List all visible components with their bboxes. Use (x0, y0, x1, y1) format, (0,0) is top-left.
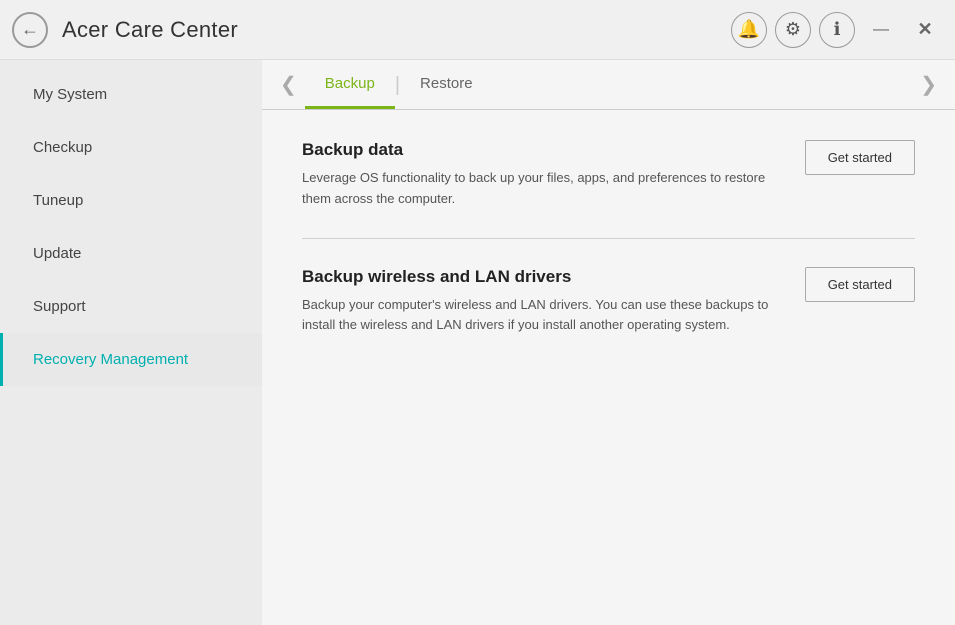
notification-icon: 🔔 (738, 19, 760, 40)
sidebar: My System Checkup Tuneup Update Support … (0, 60, 262, 625)
backup-data-text: Backup data Leverage OS functionality to… (302, 140, 775, 210)
tab-next-button[interactable]: ❯ (912, 75, 945, 95)
backup-data-section: Backup data Leverage OS functionality to… (302, 140, 915, 239)
tabs-bar: ❮ Backup | Restore ❯ (262, 60, 955, 110)
sidebar-item-update[interactable]: Update (0, 227, 262, 280)
backup-data-title: Backup data (302, 140, 775, 160)
close-icon: ✕ (917, 19, 932, 40)
info-icon: ℹ (834, 19, 841, 40)
tab-backup[interactable]: Backup (305, 60, 395, 109)
info-button[interactable]: ℹ (819, 12, 855, 48)
sidebar-item-tuneup[interactable]: Tuneup (0, 174, 262, 227)
minimize-button[interactable]: — (863, 12, 899, 48)
close-button[interactable]: ✕ (907, 12, 943, 48)
tab-restore[interactable]: Restore (400, 60, 493, 109)
title-bar-left: ← Acer Care Center (12, 12, 731, 48)
minimize-icon: — (873, 21, 889, 39)
backup-drivers-desc: Backup your computer's wireless and LAN … (302, 295, 775, 337)
sidebar-item-recovery-management[interactable]: Recovery Management (0, 333, 262, 386)
sidebar-item-my-system[interactable]: My System (0, 68, 262, 121)
backup-data-get-started-button[interactable]: Get started (805, 140, 915, 175)
main-layout: My System Checkup Tuneup Update Support … (0, 60, 955, 625)
back-icon: ← (21, 19, 39, 40)
notification-button[interactable]: 🔔 (731, 12, 767, 48)
title-bar-right: 🔔 ⚙ ℹ — ✕ (731, 12, 943, 48)
tabs-list: Backup | Restore (305, 60, 912, 109)
settings-button[interactable]: ⚙ (775, 12, 811, 48)
backup-data-desc: Leverage OS functionality to back up you… (302, 168, 775, 210)
app-title: Acer Care Center (62, 17, 238, 43)
backup-drivers-text: Backup wireless and LAN drivers Backup y… (302, 267, 775, 337)
content-body: Backup data Leverage OS functionality to… (262, 110, 955, 625)
sidebar-item-checkup[interactable]: Checkup (0, 121, 262, 174)
sidebar-item-support[interactable]: Support (0, 280, 262, 333)
tab-prev-button[interactable]: ❮ (272, 75, 305, 95)
backup-drivers-section: Backup wireless and LAN drivers Backup y… (302, 267, 915, 365)
backup-drivers-title: Backup wireless and LAN drivers (302, 267, 775, 287)
backup-drivers-get-started-button[interactable]: Get started (805, 267, 915, 302)
title-bar: ← Acer Care Center 🔔 ⚙ ℹ — ✕ (0, 0, 955, 60)
settings-icon: ⚙ (785, 19, 801, 40)
content-area: ❮ Backup | Restore ❯ Backup data Leverag… (262, 60, 955, 625)
back-button[interactable]: ← (12, 12, 48, 48)
